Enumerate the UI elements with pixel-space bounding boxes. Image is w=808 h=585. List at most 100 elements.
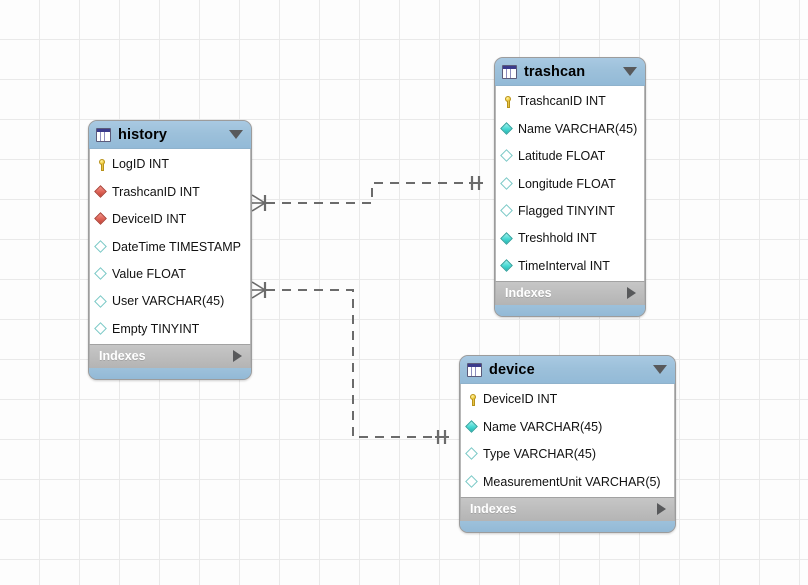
- caret-down-icon[interactable]: [623, 67, 637, 76]
- column-label: Treshhold INT: [518, 231, 597, 246]
- foreign-key-diamond-icon: [94, 185, 109, 199]
- column-label: Type VARCHAR(45): [483, 447, 596, 462]
- table-footer-history: [89, 367, 251, 379]
- column-row[interactable]: Treshhold INT: [496, 225, 644, 252]
- nullable-diamond-icon: [465, 447, 480, 461]
- table-grid-icon: [467, 362, 482, 377]
- relationship-history-device[interactable]: [251, 281, 449, 444]
- column-row[interactable]: Latitude FLOAT: [496, 143, 644, 170]
- nullable-diamond-icon: [94, 322, 109, 336]
- column-label: DateTime TIMESTAMP: [112, 239, 241, 254]
- diamond-glyph: [465, 474, 478, 488]
- diamond-glyph: [500, 176, 513, 190]
- column-row[interactable]: DateTime TIMESTAMP: [90, 233, 250, 260]
- column-row[interactable]: DeviceID INT: [461, 386, 674, 413]
- diamond-glyph: [500, 122, 513, 135]
- column-list-trashcan: TrashcanID INT Name VARCHAR(45) Latitude F…: [495, 86, 645, 281]
- column-label: TrashcanID INT: [518, 94, 606, 109]
- column-label: LogID INT: [112, 157, 169, 172]
- table-header-trashcan[interactable]: trashcan: [495, 58, 645, 86]
- caret-down-icon[interactable]: [653, 365, 667, 374]
- column-row[interactable]: TrashcanID INT: [496, 88, 644, 115]
- not-null-diamond-icon: [500, 259, 515, 273]
- table-header-history[interactable]: history: [89, 121, 251, 149]
- indexes-label: Indexes: [470, 502, 517, 517]
- table-header-device[interactable]: device: [460, 356, 675, 384]
- column-label: MeasurementUnit VARCHAR(5): [483, 474, 661, 489]
- not-null-diamond-icon: [465, 420, 480, 434]
- table-grid-icon: [96, 127, 111, 142]
- foreign-key-diamond-icon: [94, 212, 109, 226]
- table-box-device[interactable]: device DeviceID INT Name VARCHAR(45) Type V…: [459, 355, 676, 533]
- relationship-line: [266, 289, 449, 438]
- column-row[interactable]: Name VARCHAR(45): [496, 115, 644, 142]
- one-cardinality-marker: [435, 430, 449, 444]
- indexes-section-device[interactable]: Indexes: [460, 496, 675, 521]
- diamond-glyph: [94, 267, 107, 281]
- column-row[interactable]: Empty TINYINT: [90, 315, 250, 342]
- nullable-diamond-icon: [94, 267, 109, 281]
- column-row[interactable]: Value FLOAT: [90, 261, 250, 288]
- table-footer-device: [460, 520, 675, 532]
- crows-foot-many-marker: [251, 194, 267, 212]
- column-row[interactable]: DeviceID INT: [90, 206, 250, 233]
- column-list-device: DeviceID INT Name VARCHAR(45) Type VARCHAR…: [460, 384, 675, 497]
- column-row[interactable]: Longitude FLOAT: [496, 170, 644, 197]
- table-name-label: device: [489, 361, 535, 378]
- relationship-line: [266, 182, 483, 204]
- table-name-label: history: [118, 126, 168, 143]
- column-label: Longitude FLOAT: [518, 176, 616, 191]
- column-row[interactable]: Type VARCHAR(45): [461, 441, 674, 468]
- column-row[interactable]: Name VARCHAR(45): [461, 413, 674, 440]
- column-label: Name VARCHAR(45): [483, 419, 603, 434]
- caret-down-icon[interactable]: [229, 130, 243, 139]
- caret-right-icon[interactable]: [627, 287, 636, 300]
- column-row[interactable]: TrashcanID INT: [90, 178, 250, 205]
- indexes-section-trashcan[interactable]: Indexes: [495, 280, 645, 305]
- diamond-glyph: [94, 185, 107, 198]
- column-label: DeviceID INT: [112, 212, 187, 227]
- column-label: Latitude FLOAT: [518, 149, 606, 164]
- nullable-diamond-icon: [465, 474, 480, 489]
- relationship-history-trashcan[interactable]: [251, 176, 483, 212]
- primary-key-icon: [501, 95, 515, 109]
- column-label: Flagged TINYINT: [518, 204, 616, 218]
- crows-foot-many-marker: [251, 281, 267, 299]
- not-null-diamond-icon: [500, 231, 515, 246]
- diamond-glyph: [94, 212, 107, 226]
- table-name-label: trashcan: [524, 63, 586, 80]
- diamond-glyph: [94, 239, 107, 253]
- primary-key-icon: [466, 393, 480, 407]
- column-list-history: LogID INT TrashcanID INT DeviceID INT DateT…: [89, 149, 251, 344]
- column-row[interactable]: TimeInterval INT: [496, 252, 644, 279]
- nullable-diamond-icon: [94, 239, 109, 254]
- diamond-glyph: [500, 204, 513, 218]
- column-row[interactable]: LogID INT: [90, 151, 250, 178]
- table-grid-icon: [502, 64, 517, 79]
- caret-right-icon[interactable]: [233, 350, 242, 363]
- column-label: Name VARCHAR(45): [518, 121, 638, 136]
- diamond-glyph: [500, 231, 513, 245]
- table-box-history[interactable]: history LogID INT TrashcanID INT DeviceID I…: [88, 120, 252, 380]
- indexes-label: Indexes: [505, 286, 552, 301]
- diamond-glyph: [465, 447, 478, 461]
- caret-right-icon[interactable]: [657, 503, 666, 516]
- one-cardinality-marker: [469, 176, 483, 190]
- nullable-diamond-icon: [500, 204, 515, 218]
- table-footer-trashcan: [495, 304, 645, 316]
- not-null-diamond-icon: [500, 122, 515, 136]
- primary-key-icon: [95, 158, 109, 172]
- eer-diagram-canvas[interactable]: history LogID INT TrashcanID INT DeviceID I…: [0, 0, 808, 585]
- column-label: Value FLOAT: [112, 267, 186, 281]
- indexes-section-history[interactable]: Indexes: [89, 343, 251, 368]
- diamond-glyph: [94, 322, 107, 335]
- column-row[interactable]: MeasurementUnit VARCHAR(5): [461, 468, 674, 495]
- nullable-diamond-icon: [500, 176, 515, 191]
- column-label: TimeInterval INT: [518, 258, 610, 273]
- column-row[interactable]: Flagged TINYINT: [496, 198, 644, 225]
- column-label: Empty TINYINT: [112, 321, 200, 336]
- table-box-trashcan[interactable]: trashcan TrashcanID INT Name VARCHAR(45) La…: [494, 57, 646, 317]
- indexes-label: Indexes: [99, 349, 146, 364]
- column-row[interactable]: User VARCHAR(45): [90, 288, 250, 315]
- column-label: DeviceID INT: [483, 392, 558, 407]
